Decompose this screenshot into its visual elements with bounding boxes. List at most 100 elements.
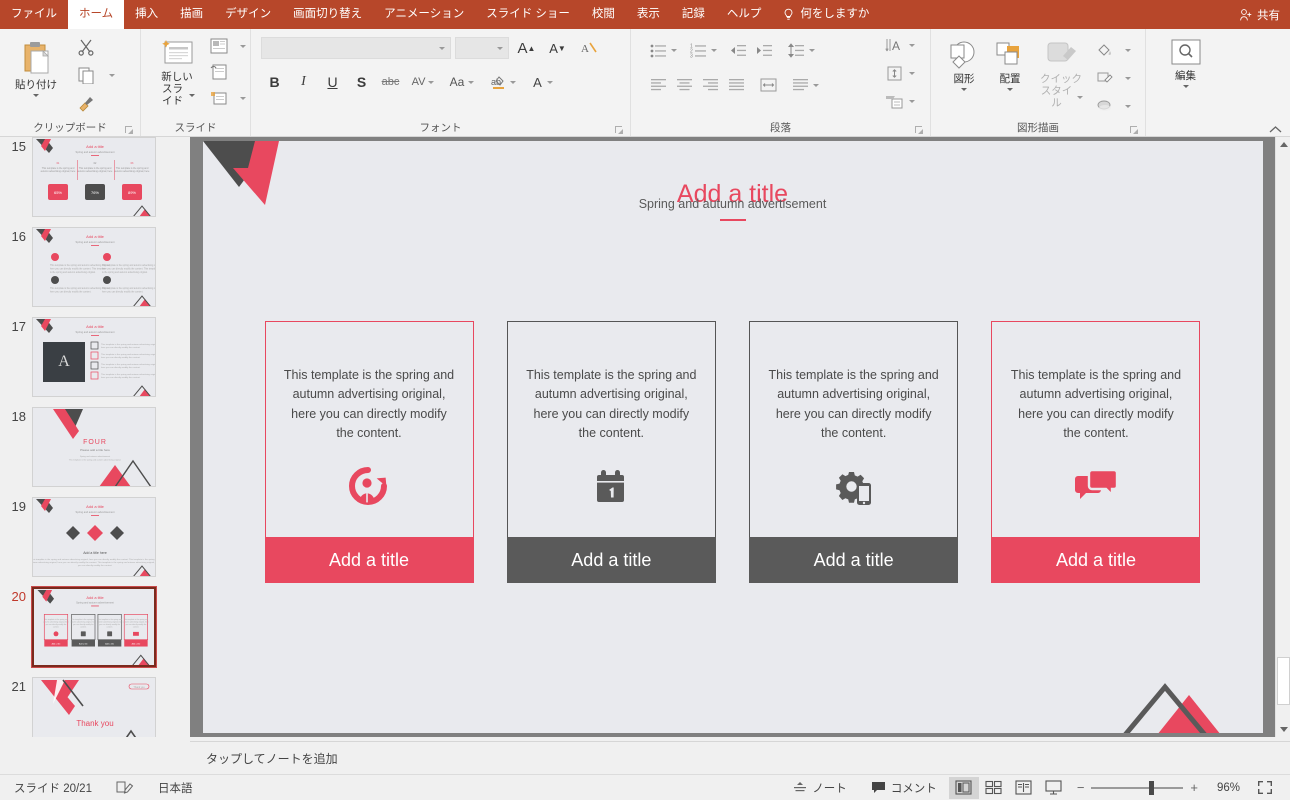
ribbon-tab-slideshow[interactable]: スライド ショー xyxy=(475,0,581,29)
smartart-button[interactable] xyxy=(787,73,813,97)
text-direction-button[interactable]: A xyxy=(882,35,918,56)
font-dialog-launcher[interactable] xyxy=(615,126,624,135)
strikethrough-button[interactable]: abc xyxy=(377,70,404,94)
numbering-button[interactable]: 123 xyxy=(685,38,711,62)
card-text[interactable]: This template is the spring and autumn a… xyxy=(524,366,699,444)
thumbnail-preview-current[interactable]: Add a title Spring and autumn advertisem… xyxy=(31,586,157,668)
zoom-knob[interactable] xyxy=(1149,780,1155,795)
chevron-down-icon[interactable] xyxy=(671,48,677,52)
shape-fill-button[interactable] xyxy=(1093,40,1134,60)
convert-to-smartart-button[interactable] xyxy=(882,91,918,112)
chevron-down-icon[interactable] xyxy=(909,44,915,47)
slide-vertical-scrollbar[interactable] xyxy=(1275,137,1290,737)
thumbnail-item[interactable]: 19 Add a title Spring and autumn adverti… xyxy=(0,497,190,587)
columns-button[interactable] xyxy=(755,73,781,97)
change-case-button[interactable]: Aa xyxy=(442,70,482,94)
ribbon-tab-design[interactable]: デザイン xyxy=(214,0,282,29)
content-card-2[interactable]: This template is the spring and autumn a… xyxy=(506,321,716,583)
shapes-button[interactable]: 図形 xyxy=(941,34,987,93)
reset-button[interactable] xyxy=(207,62,249,82)
character-spacing-button[interactable]: AV xyxy=(406,70,440,94)
line-spacing-button[interactable] xyxy=(783,38,809,62)
zoom-out-button[interactable]: − xyxy=(1077,780,1085,795)
card-footer-label[interactable]: Add a title xyxy=(264,537,474,583)
chevron-down-icon[interactable] xyxy=(711,48,717,52)
card-footer-label[interactable]: Add a title xyxy=(749,537,959,583)
view-slideshow-button[interactable] xyxy=(1039,777,1069,799)
chevron-down-icon[interactable] xyxy=(546,80,553,84)
chevron-down-icon[interactable] xyxy=(109,73,115,77)
card-footer-label[interactable]: Add a title xyxy=(991,537,1201,583)
zoom-track[interactable] xyxy=(1091,780,1184,795)
chevron-down-icon[interactable] xyxy=(240,96,246,100)
ribbon-tab-view[interactable]: 表示 xyxy=(626,0,671,29)
zoom-in-button[interactable]: + xyxy=(1190,780,1198,795)
copy-button[interactable] xyxy=(74,64,118,86)
language-indicator[interactable]: 日本語 xyxy=(158,780,193,796)
chevron-down-icon[interactable] xyxy=(1125,104,1131,108)
chevron-down-icon[interactable] xyxy=(428,80,435,84)
ribbon-tab-record[interactable]: 記録 xyxy=(671,0,716,29)
scrollbar-thumb[interactable] xyxy=(1277,657,1290,705)
align-left-button[interactable] xyxy=(645,73,671,97)
chevron-down-icon[interactable] xyxy=(1007,88,1013,92)
new-slide-button[interactable]: 新しい スライド xyxy=(153,34,201,109)
cut-button[interactable] xyxy=(74,36,118,58)
font-size-input[interactable] xyxy=(455,37,509,59)
chevron-down-icon[interactable] xyxy=(909,100,915,103)
chevron-down-icon[interactable] xyxy=(809,48,815,52)
notes-button[interactable]: ノート xyxy=(781,775,859,800)
collapse-ribbon-button[interactable] xyxy=(1269,125,1282,134)
thumbnail-preview[interactable]: Add a title Spring and autumn advertisem… xyxy=(32,137,156,217)
thumbnail-preview[interactable]: Add a title Spring and autumn advertisem… xyxy=(32,227,156,307)
ribbon-tab-transitions[interactable]: 画面切り替え xyxy=(282,0,373,29)
chevron-down-icon[interactable] xyxy=(497,46,503,50)
ribbon-tab-insert[interactable]: 挿入 xyxy=(124,0,169,29)
font-color-button[interactable]: A xyxy=(524,70,562,94)
font-name-input[interactable] xyxy=(261,37,451,59)
thumbnail-preview[interactable]: Add a title Spring and autumn advertisem… xyxy=(32,497,156,577)
scroll-down-button[interactable] xyxy=(1276,722,1290,737)
clear-formatting-button[interactable]: A xyxy=(575,36,602,60)
tell-me-box[interactable]: 何をしますか xyxy=(772,0,879,29)
ribbon-tab-review[interactable]: 校閲 xyxy=(581,0,626,29)
chevron-down-icon[interactable] xyxy=(1077,95,1083,99)
paragraph-dialog-launcher[interactable] xyxy=(915,126,924,135)
drawing-dialog-launcher[interactable] xyxy=(1130,126,1139,135)
zoom-percent-label[interactable]: 96% xyxy=(1206,782,1240,794)
card-footer-label[interactable]: Add a title xyxy=(506,537,716,583)
justify-button[interactable] xyxy=(723,73,749,97)
notes-pane[interactable]: タップしてノートを追加 xyxy=(190,741,1290,774)
slide-counter[interactable]: スライド 20/21 xyxy=(14,780,92,796)
chevron-down-icon[interactable] xyxy=(909,72,915,75)
slide-thumbnail-pane[interactable]: 15 Add a title Spring and autumn adverti… xyxy=(0,137,190,737)
share-button[interactable]: 共有 xyxy=(1239,0,1280,29)
chevron-down-icon[interactable] xyxy=(1125,76,1131,80)
section-button[interactable] xyxy=(207,88,249,108)
align-right-button[interactable] xyxy=(697,73,723,97)
card-text[interactable]: This template is the spring and autumn a… xyxy=(282,366,457,444)
quick-styles-button[interactable]: クイック スタイル xyxy=(1033,34,1089,111)
text-shadow-button[interactable]: S xyxy=(348,70,375,94)
paste-button[interactable]: 貼り付け xyxy=(6,34,66,99)
content-card-1[interactable]: This template is the spring and autumn a… xyxy=(264,321,474,583)
fit-slide-to-window-button[interactable] xyxy=(1250,777,1280,799)
chevron-down-icon[interactable] xyxy=(240,44,246,48)
ribbon-tab-draw[interactable]: 描画 xyxy=(169,0,214,29)
thumbnail-item[interactable]: 21 Thank you Thank you Spring and autumn… xyxy=(0,677,190,737)
content-card-4[interactable]: This template is the spring and autumn a… xyxy=(991,321,1201,583)
card-text[interactable]: This template is the spring and autumn a… xyxy=(766,366,941,444)
arrange-button[interactable]: 配置 xyxy=(987,34,1033,93)
thumbnail-preview[interactable]: Add a title Spring and autumn advertisem… xyxy=(32,317,156,397)
thumbnail-preview[interactable]: FOUR Please add a title here Spring and … xyxy=(32,407,156,487)
current-slide[interactable]: Add a title Spring and autumn advertisem… xyxy=(202,141,1263,733)
view-slide-sorter-button[interactable] xyxy=(979,777,1009,799)
ribbon-tab-file[interactable]: ファイル xyxy=(0,0,68,29)
chevron-down-icon[interactable] xyxy=(813,83,819,87)
layout-button[interactable] xyxy=(207,36,249,56)
slide-subtitle[interactable]: Spring and autumn advertisement xyxy=(203,197,1263,211)
ribbon-tab-animations[interactable]: アニメーション xyxy=(373,0,475,29)
italic-button[interactable]: I xyxy=(290,70,317,94)
thumbnail-item[interactable]: 18 FOUR Please add a title here Spring a… xyxy=(0,407,190,497)
chevron-down-icon[interactable] xyxy=(961,88,967,92)
